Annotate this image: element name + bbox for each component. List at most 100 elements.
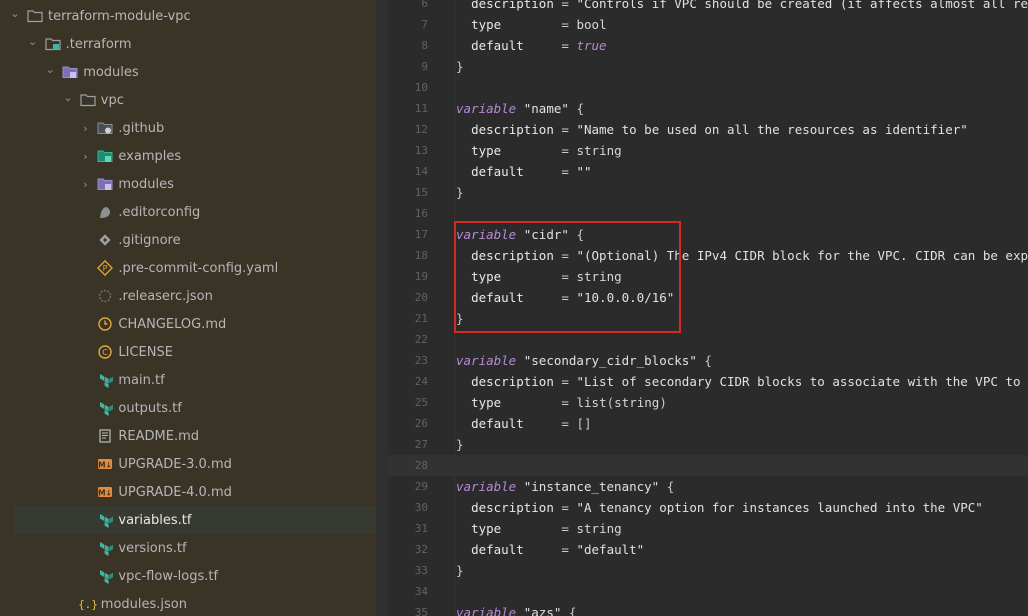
- code-text: description = "(Optional) The IPv4 CIDR …: [471, 248, 1028, 263]
- tree-item-label: versions.tf: [118, 540, 187, 556]
- code-line[interactable]: 14 default = "": [388, 161, 1028, 182]
- tree-item-modules[interactable]: › modules: [0, 170, 376, 198]
- tree-item-outputs-tf[interactable]: outputs.tf: [0, 394, 376, 422]
- code-line[interactable]: 10: [388, 77, 1028, 98]
- code-line[interactable]: 8 default = true: [388, 35, 1028, 56]
- code-line[interactable]: 27}: [388, 434, 1028, 455]
- code-line[interactable]: 17 variable "cidr" {: [388, 224, 1028, 245]
- terraform-file-icon: [96, 400, 114, 416]
- code-line[interactable]: 24 description = "List of secondary CIDR…: [388, 371, 1028, 392]
- svg-text:P: P: [103, 264, 108, 273]
- code-line[interactable]: 23 variable "secondary_cidr_blocks" {: [388, 350, 1028, 371]
- code-line[interactable]: 28: [388, 455, 1028, 476]
- tree-item-changelog-md[interactable]: CHANGELOG.md: [0, 310, 376, 338]
- code-line[interactable]: 18 description = "(Optional) The IPv4 CI…: [388, 245, 1028, 266]
- code-line[interactable]: 35 variable "azs" {: [388, 602, 1028, 616]
- terraform-file-icon: [96, 512, 114, 528]
- chevron-down-icon[interactable]: ⌄: [61, 91, 75, 104]
- code-line[interactable]: 20 default = "10.0.0.0/16": [388, 287, 1028, 308]
- line-number: 13: [414, 144, 428, 157]
- code-line[interactable]: 29 variable "instance_tenancy" {: [388, 476, 1028, 497]
- code-text: description = "A tenancy option for inst…: [471, 500, 983, 515]
- tree-item-modules[interactable]: ⌄ modules: [0, 58, 376, 86]
- tree-item-terraform[interactable]: ⌄ .terraform: [0, 30, 376, 58]
- tree-item-terraform-module-vpc[interactable]: ⌄ terraform-module-vpc: [0, 2, 376, 30]
- line-number: 9: [421, 60, 428, 73]
- tree-item-label: vpc: [100, 92, 124, 108]
- code-text: type = string: [471, 143, 622, 158]
- code-line[interactable]: 16: [388, 203, 1028, 224]
- tree-item-upgrade-3-0-md[interactable]: M↓ UPGRADE-3.0.md: [0, 450, 376, 478]
- tree-item-versions-tf[interactable]: versions.tf: [0, 534, 376, 562]
- code-editor[interactable]: 6 description = "Controls if VPC should …: [388, 0, 1028, 616]
- line-number: 28: [414, 459, 428, 472]
- code-line[interactable]: 34: [388, 581, 1028, 602]
- code-text: variable "secondary_cidr_blocks" {: [456, 353, 712, 368]
- code-line[interactable]: 31 type = string: [388, 518, 1028, 539]
- line-number: 26: [414, 417, 428, 430]
- line-number: 32: [414, 543, 428, 556]
- code-line[interactable]: 25 type = list(string): [388, 392, 1028, 413]
- code-line[interactable]: 13 type = string: [388, 140, 1028, 161]
- line-number: 11: [414, 102, 428, 115]
- code-text: description = "Name to be used on all th…: [471, 122, 968, 137]
- code-line[interactable]: 21}: [388, 308, 1028, 329]
- tree-item-readme-md[interactable]: README.md: [0, 422, 376, 450]
- tree-item-main-tf[interactable]: main.tf: [0, 366, 376, 394]
- code-line[interactable]: 30 description = "A tenancy option for i…: [388, 497, 1028, 518]
- tree-item-pre-commit-config-yaml[interactable]: P .pre-commit-config.yaml: [0, 254, 376, 282]
- code-line[interactable]: 33}: [388, 560, 1028, 581]
- code-text: variable "cidr" {: [456, 227, 584, 242]
- code-line[interactable]: 9}: [388, 56, 1028, 77]
- code-line[interactable]: 6 description = "Controls if VPC should …: [388, 0, 1028, 14]
- panel-splitter[interactable]: [376, 0, 388, 616]
- code-line[interactable]: 32 default = "default": [388, 539, 1028, 560]
- code-text: }: [456, 311, 464, 326]
- tree-item-vpc-flow-logs-tf[interactable]: vpc-flow-logs.tf: [0, 562, 376, 590]
- chevron-right-icon[interactable]: ›: [78, 150, 92, 163]
- line-number: 23: [414, 354, 428, 367]
- line-number: 20: [414, 291, 428, 304]
- tree-item-label: modules: [83, 64, 139, 80]
- code-line[interactable]: 19 type = string: [388, 266, 1028, 287]
- code-line[interactable]: 12 description = "Name to be used on all…: [388, 119, 1028, 140]
- tree-item-label: examples: [118, 148, 182, 164]
- tree-item-upgrade-4-0-md[interactable]: M↓ UPGRADE-4.0.md: [0, 478, 376, 506]
- tree-item-license[interactable]: C LICENSE: [0, 338, 376, 366]
- code-line[interactable]: 7 type = bool: [388, 14, 1028, 35]
- readme-icon: [96, 428, 114, 444]
- code-line[interactable]: 22: [388, 329, 1028, 350]
- line-number: 21: [414, 312, 428, 325]
- code-text: }: [456, 59, 464, 74]
- tree-item-examples[interactable]: › examples: [0, 142, 376, 170]
- line-number: 16: [414, 207, 428, 220]
- code-text: variable "name" {: [456, 101, 584, 116]
- code-line[interactable]: 11 variable "name" {: [388, 98, 1028, 119]
- folder-icon: [79, 92, 97, 108]
- chevron-right-icon[interactable]: ›: [78, 178, 92, 191]
- chevron-down-icon[interactable]: ⌄: [26, 35, 40, 48]
- code-text: default = []: [471, 416, 592, 431]
- chevron-down-icon[interactable]: ⌄: [8, 7, 22, 20]
- tree-item-modules-json[interactable]: {.} modules.json: [0, 590, 376, 616]
- releaserc-icon: [96, 288, 114, 304]
- code-text: default = "": [471, 164, 592, 179]
- tree-item-variables-tf[interactable]: variables.tf: [14, 506, 376, 534]
- code-text: default = true: [471, 38, 607, 53]
- tree-item-label: README.md: [118, 428, 200, 444]
- tree-item-vpc[interactable]: ⌄ vpc: [0, 86, 376, 114]
- code-text: default = "10.0.0.0/16": [471, 290, 675, 305]
- tree-item-editorconfig[interactable]: .editorconfig: [0, 198, 376, 226]
- github-folder-icon: [96, 120, 114, 136]
- line-number: 25: [414, 396, 428, 409]
- code-line[interactable]: 26 default = []: [388, 413, 1028, 434]
- code-text: type = list(string): [471, 395, 667, 410]
- tree-item-releaserc-json[interactable]: .releaserc.json: [0, 282, 376, 310]
- tree-item-github[interactable]: › .github: [0, 114, 376, 142]
- code-line[interactable]: 15}: [388, 182, 1028, 203]
- tree-item-gitignore[interactable]: .gitignore: [0, 226, 376, 254]
- chevron-right-icon[interactable]: ›: [78, 122, 92, 135]
- chevron-down-icon[interactable]: ⌄: [43, 63, 57, 76]
- line-number: 6: [421, 0, 428, 10]
- tree-item-label: modules: [118, 176, 174, 192]
